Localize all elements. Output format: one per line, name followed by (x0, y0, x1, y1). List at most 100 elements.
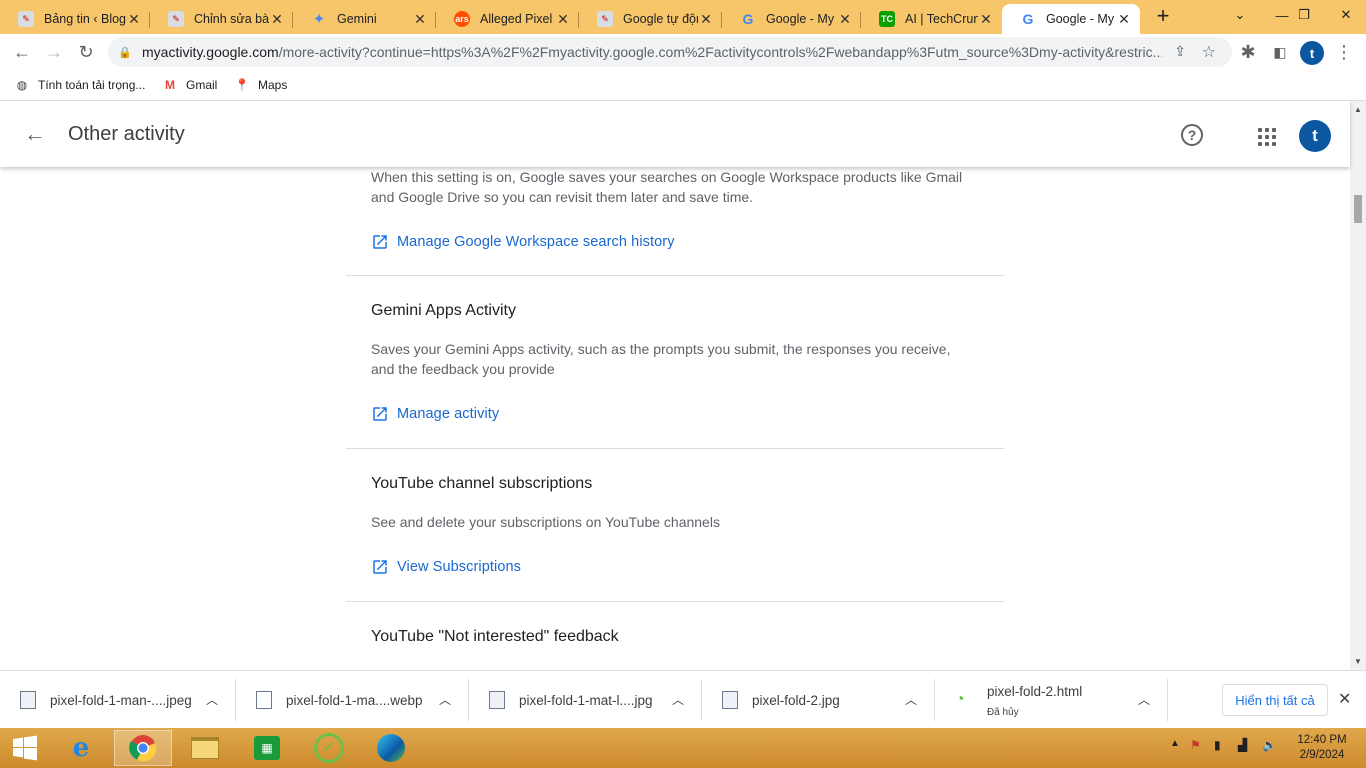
share-icon[interactable]: ⇪ (1174, 43, 1186, 60)
new-tab-button[interactable]: + (1150, 5, 1176, 29)
maps-pin-icon: 📍 (234, 78, 250, 92)
chrome-menu-icon[interactable]: ⋮ (1330, 38, 1358, 66)
close-tab-icon[interactable]: ✕ (126, 11, 142, 27)
close-tab-icon[interactable]: ✕ (837, 11, 853, 27)
manage-gemini-activity-link[interactable]: Manage activity (346, 402, 499, 426)
restore-icon[interactable]: ❐ (1284, 0, 1324, 30)
show-all-downloads-button[interactable]: Hiển thị tất cả (1222, 684, 1328, 716)
ars-technica-icon: ars (454, 11, 470, 27)
download-filename: pixel-fold-2.jpg (752, 692, 840, 708)
side-panel-icon[interactable]: ◧ (1266, 38, 1294, 66)
volume-icon[interactable]: 🔈 (1262, 738, 1277, 752)
lock-icon: 🔒 (118, 46, 132, 59)
tab-title: Alleged Pixel F (480, 12, 555, 26)
download-item[interactable]: pixel-fold-1-mat-l....jpg ︿ (469, 671, 702, 729)
reload-icon[interactable]: ↻ (72, 38, 100, 66)
bookmark-load-calc[interactable]: ◍ Tính toán tải trọng... (14, 76, 146, 94)
tab-gemini[interactable]: ✦ Gemini ✕ (293, 4, 436, 34)
download-item[interactable]: pixel-fold-1-ma....webp ︿ (236, 671, 469, 729)
file-icon (256, 691, 272, 709)
profile-avatar[interactable]: t (1300, 41, 1324, 65)
tab-ars-technica[interactable]: ars Alleged Pixel F ✕ (436, 4, 579, 34)
chrome-taskbar-icon[interactable] (114, 730, 172, 766)
page-title: Other activity (68, 123, 185, 145)
wordpress-site-icon: ✎ (168, 11, 184, 27)
store-icon[interactable]: ▦ (244, 730, 290, 766)
section-description: When this setting is on, Google saves yo… (371, 169, 963, 205)
windows-taskbar: e ▦ ✓ ▲ ⚑ ▮ ▟ 🔈 12:40 PM 2/9/2024 (0, 728, 1366, 768)
bookmark-gmail[interactable]: M Gmail (162, 76, 217, 94)
bookmark-maps[interactable]: 📍 Maps (234, 76, 288, 94)
battery-icon[interactable]: ▮ (1214, 738, 1221, 752)
tab-title: Google tự độn (623, 12, 698, 26)
scroll-up-icon[interactable]: ▲ (1354, 105, 1362, 114)
scroll-down-icon[interactable]: ▼ (1354, 657, 1362, 666)
download-item[interactable]: pixel-fold-1-man-....jpeg ︿ (0, 671, 236, 729)
bookmark-star-icon[interactable]: ☆ (1202, 42, 1216, 62)
tab-google-auto[interactable]: ✎ Google tự độn ✕ (579, 4, 722, 34)
open-in-new-icon (373, 560, 387, 574)
chevron-up-icon[interactable]: ︿ (206, 691, 218, 708)
edge-browser-icon[interactable] (368, 730, 414, 766)
download-filename: pixel-fold-1-mat-l....jpg (519, 692, 653, 708)
bookmark-label: Maps (258, 78, 288, 92)
show-hidden-icons-icon[interactable]: ▲ (1170, 738, 1180, 749)
download-bar: pixel-fold-1-man-....jpeg ︿ pixel-fold-1… (0, 670, 1366, 728)
coccoc-browser-icon[interactable]: ✓ (306, 730, 352, 766)
scrollbar-thumb[interactable] (1354, 195, 1362, 223)
google-apps-icon[interactable] (1258, 128, 1276, 146)
tab-google-my-activity[interactable]: G Google - My A ✕ (722, 4, 861, 34)
page-scrollbar[interactable]: ▲ ▼ (1350, 101, 1366, 670)
tab-techcrunch[interactable]: TC AI | TechCrunc ✕ (861, 4, 1002, 34)
close-tab-icon[interactable]: ✕ (555, 11, 571, 27)
close-tab-icon[interactable]: ✕ (978, 11, 994, 27)
url-text[interactable]: myactivity.google.com/more-activity?cont… (142, 44, 1162, 60)
tab-blog-dashboard[interactable]: ✎ Bảng tin ‹ Blog ✕ (0, 4, 150, 34)
view-subscriptions-link[interactable]: View Subscriptions (346, 555, 521, 579)
close-tab-icon[interactable]: ✕ (412, 11, 428, 27)
tab-edit-post[interactable]: ✎ Chỉnh sửa bài ✕ (150, 4, 293, 34)
help-icon[interactable]: ? (1181, 124, 1203, 146)
tab-google-my-activity-active[interactable]: G Google - My A ✕ (1002, 4, 1140, 34)
section-title: YouTube channel subscriptions (371, 475, 593, 492)
internet-explorer-icon[interactable]: e (58, 730, 104, 766)
link-text[interactable]: Manage Google Workspace search history (397, 234, 675, 250)
link-text[interactable]: View Subscriptions (397, 559, 521, 575)
gemini-apps-activity-section: Gemini Apps Activity Saves your Gemini A… (346, 276, 1004, 449)
bookmark-label: Tính toán tải trọng... (38, 78, 146, 92)
close-download-bar-icon[interactable]: ✕ (1338, 689, 1351, 709)
clock-date: 2/9/2024 (1299, 749, 1345, 761)
windows-start-icon[interactable] (2, 730, 48, 766)
chevron-up-icon[interactable]: ︿ (672, 691, 684, 708)
address-bar[interactable]: 🔒 myactivity.google.com/more-activity?co… (108, 37, 1232, 67)
back-icon[interactable]: ← (8, 38, 36, 66)
url-host: myactivity.google.com (142, 44, 279, 60)
tab-title: Bảng tin ‹ Blog (44, 12, 126, 26)
chevron-up-icon[interactable]: ︿ (905, 691, 917, 708)
close-tab-icon[interactable]: ✕ (698, 11, 714, 27)
close-tab-icon[interactable]: ✕ (1116, 11, 1132, 27)
wordpress-site-icon: ✎ (597, 11, 613, 27)
download-item-cancelled[interactable]: ◔ pixel-fold-2.html Đã hủy ︿ (935, 671, 1168, 729)
close-tab-icon[interactable]: ✕ (269, 11, 285, 27)
html-file-icon: ◔ (955, 691, 965, 708)
window-close-icon[interactable]: ✕ (1326, 0, 1366, 30)
section-title: YouTube "Not interested" feedback (371, 628, 619, 645)
network-signal-icon[interactable]: ▟ (1238, 738, 1247, 752)
account-avatar[interactable]: t (1299, 120, 1331, 152)
tab-search-chevron-icon[interactable]: ⌄ (1220, 0, 1260, 30)
chevron-up-icon[interactable]: ︿ (439, 691, 451, 708)
section-description: Saves your Gemini Apps activity, such as… (371, 341, 951, 377)
forward-icon[interactable]: → (40, 38, 68, 66)
download-item[interactable]: pixel-fold-2.jpg ︿ (702, 671, 935, 729)
youtube-not-interested-section: YouTube "Not interested" feedback (346, 602, 1004, 670)
action-center-flag-icon[interactable]: ⚑ (1190, 738, 1201, 752)
arrow-back-icon[interactable]: ← (22, 122, 48, 148)
link-text[interactable]: Manage activity (397, 406, 499, 422)
chevron-up-icon[interactable]: ︿ (1138, 691, 1150, 708)
google-g-icon: G (742, 11, 754, 27)
manage-workspace-search-link[interactable]: Manage Google Workspace search history (346, 230, 675, 254)
system-clock[interactable]: 12:40 PM 2/9/2024 (1292, 733, 1352, 763)
file-explorer-icon[interactable] (182, 730, 228, 766)
extensions-puzzle-icon[interactable]: ✱ (1234, 38, 1262, 66)
